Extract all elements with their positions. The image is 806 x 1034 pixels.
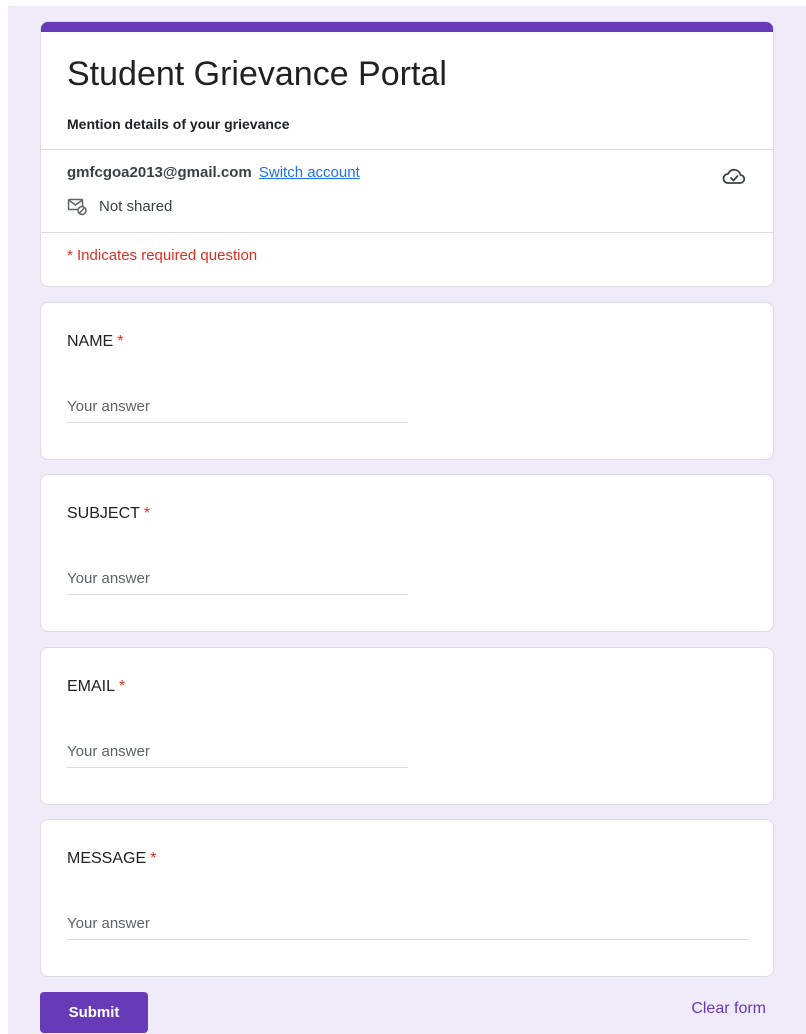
question-title: NAME — [67, 333, 114, 350]
shared-status-row: Not shared — [67, 196, 172, 216]
required-star: * — [143, 505, 151, 522]
name-input[interactable] — [67, 391, 408, 423]
required-star: * — [150, 850, 157, 867]
required-star: * — [117, 333, 124, 350]
required-star: * — [119, 678, 126, 695]
account-divider — [41, 232, 773, 233]
question-label: SUBJECT * — [67, 505, 150, 523]
question-label: MESSAGE * — [67, 850, 156, 868]
mail-not-shared-icon — [67, 196, 87, 216]
question-title: EMAIL — [67, 678, 116, 695]
question-card-subject: SUBJECT * — [40, 474, 774, 632]
question-title: MESSAGE — [67, 850, 147, 867]
email-input[interactable] — [67, 736, 408, 768]
question-card-message: MESSAGE * — [40, 819, 774, 977]
header-divider — [41, 149, 773, 150]
question-label: EMAIL * — [67, 678, 125, 696]
required-note: * Indicates required question — [67, 247, 258, 264]
message-input[interactable] — [67, 908, 748, 940]
account-row: gmfcgoa2013@gmail.com Switch account — [67, 164, 360, 181]
subject-input[interactable] — [67, 563, 408, 595]
header-accent-bar — [41, 22, 773, 32]
question-card-email: EMAIL * — [40, 647, 774, 805]
question-card-name: NAME * — [40, 302, 774, 460]
form-description: Mention details of your grievance — [67, 116, 290, 132]
shared-status-text: Not shared — [99, 197, 173, 215]
form-title: Student Grievance Portal — [67, 55, 447, 93]
question-title: SUBJECT — [67, 505, 140, 522]
account-email: gmfcgoa2013@gmail.com — [67, 164, 252, 181]
submit-button[interactable]: Submit — [40, 992, 148, 1033]
switch-account-link[interactable]: Switch account — [259, 164, 360, 181]
cloud-saved-icon[interactable] — [721, 164, 747, 190]
form-header-card: Student Grievance Portal Mention details… — [40, 21, 774, 287]
clear-form-button[interactable]: Clear form — [691, 1000, 766, 1018]
question-label: NAME * — [67, 333, 123, 351]
